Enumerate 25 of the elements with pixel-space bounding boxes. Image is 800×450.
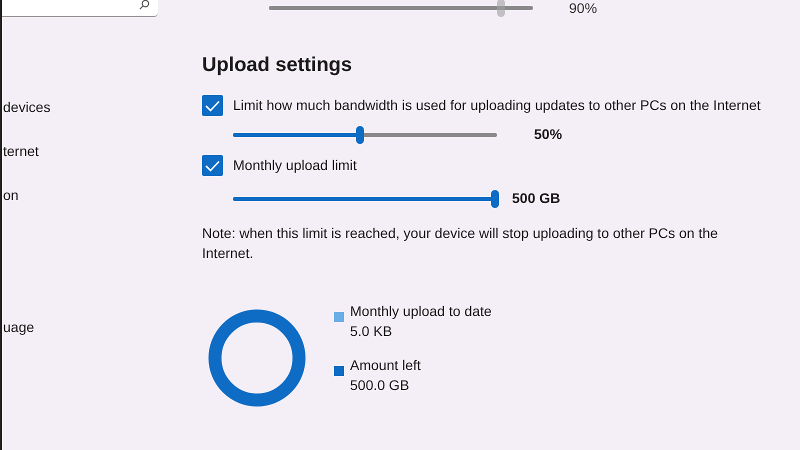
sidebar-item[interactable]: uage bbox=[2, 317, 200, 337]
slider-value: 90% bbox=[569, 0, 598, 18]
legend-label: Amount left bbox=[350, 356, 421, 375]
legend-value: 5.0 KB bbox=[350, 322, 394, 341]
sidebar-item[interactable]: on bbox=[2, 185, 200, 205]
search-field[interactable] bbox=[2, 0, 158, 17]
checkbox[interactable] bbox=[202, 155, 223, 176]
sidebar-item[interactable]: devices bbox=[2, 97, 200, 117]
checkbox[interactable] bbox=[202, 95, 223, 116]
checkmark-icon bbox=[205, 160, 220, 172]
slider-thumb[interactable] bbox=[356, 126, 364, 144]
legend-label: Monthly upload to date bbox=[350, 302, 492, 321]
slider-value: 500 GB bbox=[512, 189, 560, 208]
slider-track[interactable] bbox=[233, 126, 497, 144]
checkbox-label: Limit how much bandwidth is used for uploading updates to other PCs on the Internet bbox=[233, 96, 762, 115]
checkmark-icon bbox=[205, 100, 220, 112]
search-icon bbox=[139, 0, 150, 10]
slider-track[interactable] bbox=[269, 0, 533, 17]
note-text: Note: when this limit is reached, your device will stop uploading to other PCs on the Internet. bbox=[202, 224, 719, 263]
legend-value: 500.0 GB bbox=[350, 376, 410, 395]
slider-value: 50% bbox=[534, 125, 562, 144]
slider-thumb[interactable] bbox=[491, 190, 499, 208]
checkbox-label: Monthly upload limit bbox=[233, 156, 358, 175]
section-heading: Upload settings bbox=[202, 53, 354, 77]
sidebar-item[interactable]: ternet bbox=[2, 141, 200, 161]
